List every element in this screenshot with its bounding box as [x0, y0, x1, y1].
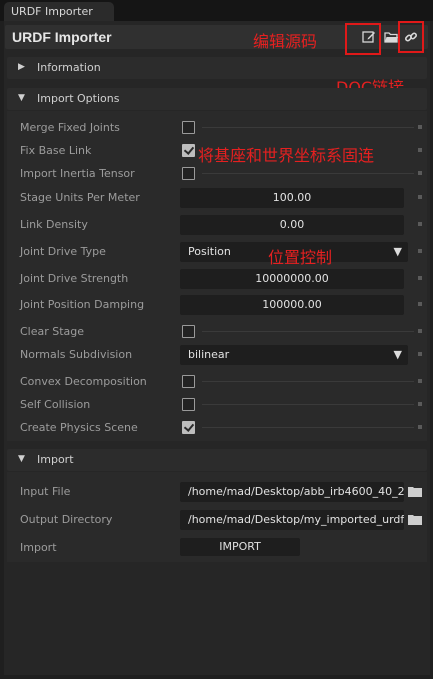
option-clear-stage: Clear Stage	[20, 322, 430, 342]
section-import-options-header[interactable]: ▼ Import Options	[7, 88, 427, 110]
annotation-edit-source: 编辑源码	[253, 32, 318, 51]
option-label: Stage Units Per Meter	[20, 191, 140, 204]
option-link-density: Link Density 0.00	[20, 215, 430, 235]
doc-link-highlight	[398, 21, 424, 53]
folder-icon	[383, 31, 398, 43]
tab-bar: URDF Importer	[0, 0, 433, 21]
reset-indicator[interactable]	[418, 276, 422, 280]
row-divider	[202, 173, 414, 174]
option-label: Joint Position Damping	[20, 298, 145, 311]
dropdown-value: Position	[188, 245, 231, 258]
option-label: Output Directory	[20, 513, 113, 526]
reset-indicator[interactable]	[418, 402, 422, 406]
option-convex-decomposition: Convex Decomposition	[20, 372, 430, 392]
reset-indicator[interactable]	[418, 249, 422, 253]
option-stage-units: Stage Units Per Meter 100.00	[20, 188, 430, 208]
import-body: Input File /home/mad/Desktop/abb_irb4600…	[7, 472, 427, 562]
normals-subdivision-dropdown[interactable]: bilinear ▼	[180, 345, 408, 365]
annotation-fix-base: 将基座和世界坐标系固连	[198, 146, 375, 165]
option-label: Import Inertia Tensor	[20, 167, 135, 180]
joint-drive-strength-field[interactable]: 10000000.00	[180, 269, 404, 289]
expand-down-icon: ▼	[18, 454, 25, 464]
folder-icon[interactable]	[408, 486, 422, 497]
link-density-field[interactable]: 0.00	[180, 215, 404, 235]
edit-source-highlight	[345, 23, 381, 55]
reset-indicator[interactable]	[418, 425, 422, 429]
reset-indicator[interactable]	[418, 195, 422, 199]
dropdown-value: bilinear	[188, 348, 230, 361]
row-divider	[202, 381, 414, 382]
import-inertia-tensor-checkbox[interactable]	[182, 167, 195, 180]
stage-units-field[interactable]: 100.00	[180, 188, 404, 208]
option-import-inertia-tensor: Import Inertia Tensor	[20, 164, 430, 184]
dropdown-arrow-icon: ▼	[393, 245, 402, 258]
option-label: Normals Subdivision	[20, 348, 133, 361]
row-divider	[202, 404, 414, 405]
page-title: URDF Importer	[12, 29, 112, 45]
option-label: Self Collision	[20, 398, 91, 411]
option-create-physics-scene: Create Physics Scene	[20, 418, 430, 438]
option-joint-drive-strength: Joint Drive Strength 10000000.00	[20, 269, 430, 289]
folder-icon[interactable]	[408, 514, 422, 525]
row-divider	[202, 331, 414, 332]
collapse-right-icon: ▶	[18, 62, 25, 72]
option-merge-fixed-joints: Merge Fixed Joints	[20, 118, 430, 138]
reset-indicator[interactable]	[418, 329, 422, 333]
merge-fixed-joints-checkbox[interactable]	[182, 121, 195, 134]
option-self-collision: Self Collision	[20, 395, 430, 415]
option-label: Convex Decomposition	[20, 375, 147, 388]
option-label: Input File	[20, 485, 71, 498]
annotation-position-control: 位置控制	[268, 248, 333, 267]
option-label: Joint Drive Strength	[20, 272, 129, 285]
section-import-title: Import	[37, 453, 74, 466]
row-divider	[202, 427, 414, 428]
section-import-header[interactable]: ▼ Import	[7, 449, 427, 471]
expand-down-icon: ▼	[18, 93, 25, 103]
option-label: Fix Base Link	[20, 144, 92, 157]
row-divider	[202, 127, 414, 128]
reset-indicator[interactable]	[418, 222, 422, 226]
option-label: Merge Fixed Joints	[20, 121, 120, 134]
option-label: Create Physics Scene	[20, 421, 138, 434]
input-file-field[interactable]: /home/mad/Desktop/abb_irb4600_40_2	[180, 482, 404, 502]
clear-stage-checkbox[interactable]	[182, 325, 195, 338]
joint-position-damping-field[interactable]: 100000.00	[180, 295, 404, 315]
reset-indicator[interactable]	[418, 171, 422, 175]
fix-base-link-checkbox[interactable]	[182, 144, 195, 157]
option-label: Joint Drive Type	[20, 245, 106, 258]
section-import-options-title: Import Options	[37, 92, 120, 105]
convex-decomposition-checkbox[interactable]	[182, 375, 195, 388]
import-button[interactable]: IMPORT	[180, 538, 300, 556]
self-collision-checkbox[interactable]	[182, 398, 195, 411]
import-output-directory: Output Directory /home/mad/Desktop/my_im…	[20, 510, 430, 530]
import-action-row: Import IMPORT	[20, 538, 430, 558]
reset-indicator[interactable]	[418, 125, 422, 129]
section-information-header[interactable]: ▶ Information	[7, 57, 427, 79]
reset-indicator[interactable]	[418, 148, 422, 152]
option-joint-drive-type: Joint Drive Type Position ▼	[20, 242, 430, 262]
dropdown-arrow-icon: ▼	[393, 348, 402, 361]
reset-indicator[interactable]	[418, 379, 422, 383]
reset-indicator[interactable]	[418, 302, 422, 306]
option-label: Link Density	[20, 218, 88, 231]
option-joint-position-damping: Joint Position Damping 100000.00	[20, 295, 430, 315]
import-input-file: Input File /home/mad/Desktop/abb_irb4600…	[20, 482, 430, 502]
option-normals-subdivision: Normals Subdivision bilinear ▼	[20, 345, 430, 365]
option-label: Import	[20, 541, 57, 554]
tab-urdf-importer[interactable]: URDF Importer	[4, 2, 114, 21]
section-information-title: Information	[37, 61, 101, 74]
create-physics-scene-checkbox[interactable]	[182, 421, 195, 434]
option-label: Clear Stage	[20, 325, 85, 338]
output-directory-field[interactable]: /home/mad/Desktop/my_imported_urdf	[180, 510, 404, 530]
reset-indicator[interactable]	[418, 352, 422, 356]
